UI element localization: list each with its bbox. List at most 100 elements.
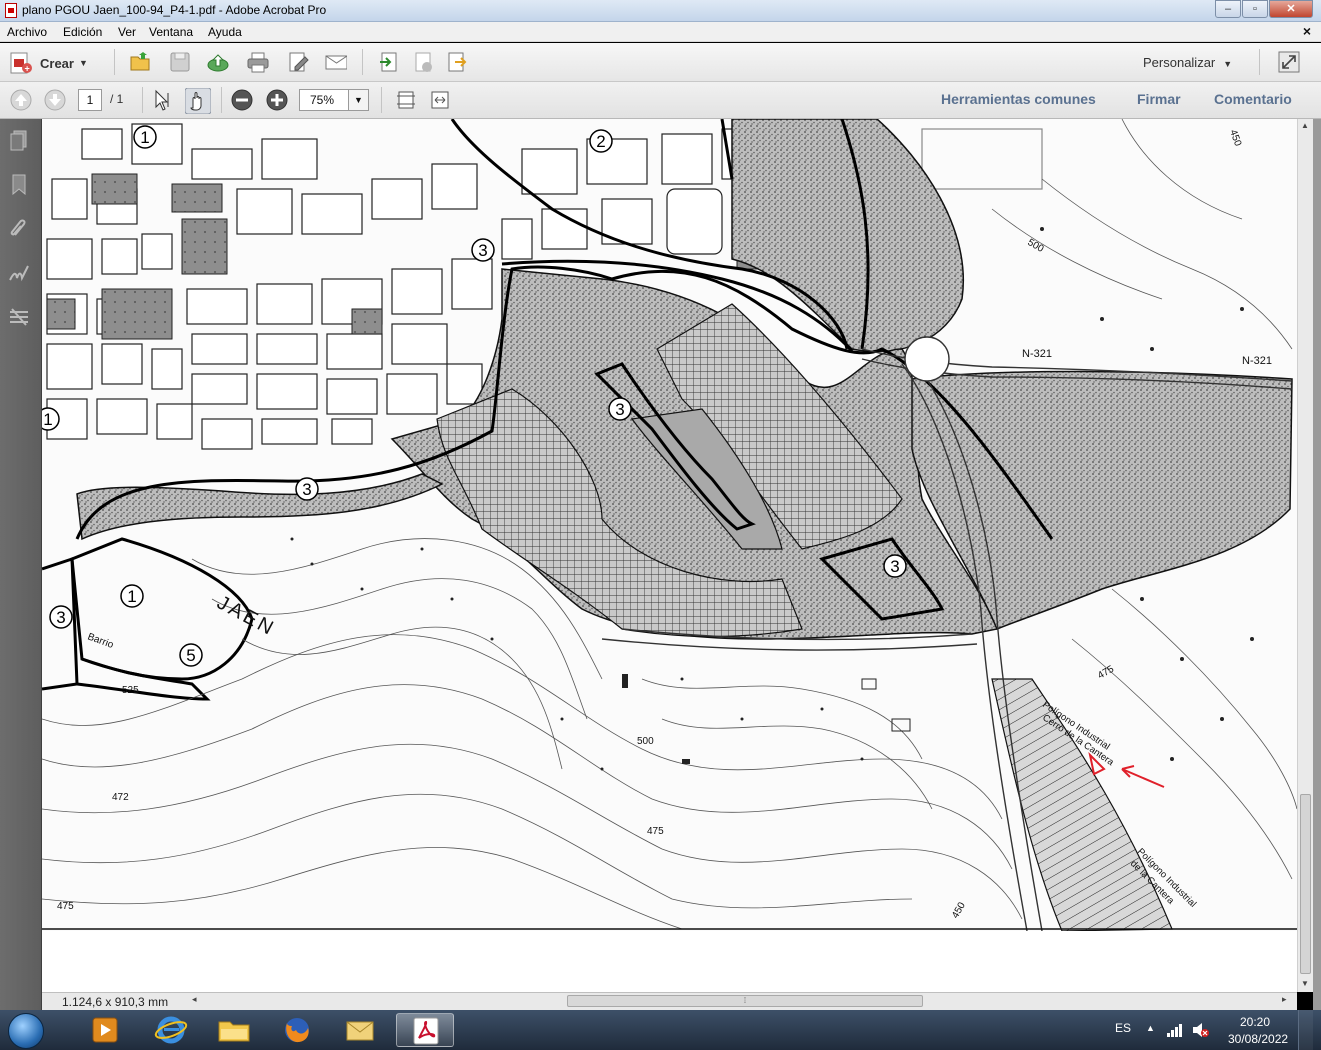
svg-text:1: 1 (127, 587, 136, 606)
scroll-left-arrow-icon[interactable]: ◂ (192, 994, 197, 1005)
clock-time[interactable]: 20:20 (1240, 1015, 1270, 1029)
zoom-in-icon[interactable] (266, 89, 288, 111)
svg-text:+: + (25, 64, 30, 74)
status-bar: 1.124,6 x 910,3 mm ◂ ⁞ ▸ (42, 992, 1297, 1010)
svg-text:475: 475 (647, 826, 664, 837)
title-bar: plano PGOU Jaen_100-94_P4-1.pdf - Adobe … (0, 0, 1321, 22)
firefox-icon (285, 1018, 309, 1043)
taskbar-mail[interactable] (331, 1013, 389, 1047)
show-desktop-button[interactable] (1298, 1010, 1313, 1050)
svg-text:472: 472 (112, 792, 129, 803)
svg-text:525: 525 (122, 685, 139, 696)
close-button[interactable]: ✕ (1269, 0, 1313, 18)
customize-dropdown[interactable]: Personalizar ▼ (1143, 55, 1232, 70)
document-view[interactable]: 1 2 3 3 3 3 3 1 5 1 JAEN N-321 N-321 Bar… (42, 119, 1297, 992)
delete-pages-icon[interactable] (412, 51, 434, 73)
vertical-scroll-thumb[interactable] (1300, 794, 1311, 974)
navigation-toolbar (0, 82, 1321, 196)
svg-text:3: 3 (890, 557, 899, 576)
select-cursor-icon[interactable] (152, 89, 174, 111)
page-total: / 1 (110, 92, 124, 106)
sign-panel-link[interactable]: Firmar (1137, 91, 1181, 107)
svg-text:500: 500 (637, 736, 654, 747)
insert-pages-icon[interactable] (378, 51, 400, 73)
cloud-upload-icon[interactable] (207, 51, 229, 73)
vertical-scrollbar[interactable]: ▲ ▼ (1297, 119, 1313, 992)
menu-ventana[interactable]: Ventana (149, 25, 193, 39)
folder-icon (218, 1021, 250, 1042)
window-title: plano PGOU Jaen_100-94_P4-1.pdf - Adobe … (22, 3, 327, 17)
internet-explorer-icon (154, 1016, 188, 1044)
taskbar-internet-explorer[interactable] (142, 1013, 200, 1047)
chevron-down-icon: ▼ (1223, 59, 1233, 69)
extract-pages-icon[interactable] (446, 51, 468, 73)
create-button-label: Crear (40, 55, 74, 71)
menu-bar: Archivo Edición Ver Ventana Ayuda × (0, 22, 1321, 42)
scroll-right-arrow-icon[interactable]: ▸ (1282, 994, 1287, 1005)
attachments-icon[interactable] (8, 217, 30, 239)
media-player-icon (92, 1017, 118, 1043)
open-folder-icon[interactable] (129, 51, 151, 73)
fit-width-icon[interactable] (429, 89, 451, 111)
edit-document-icon[interactable] (287, 51, 309, 73)
full-screen-icon[interactable] (1278, 51, 1300, 73)
email-icon[interactable] (325, 51, 347, 73)
svg-text:N-321: N-321 (1022, 348, 1052, 360)
svg-text:2: 2 (596, 132, 605, 151)
toolbar-divider (1259, 49, 1260, 75)
menu-archivo[interactable]: Archivo (7, 25, 47, 39)
language-indicator[interactable]: ES (1115, 1021, 1131, 1035)
window-controls: – ▫ ✕ (1214, 0, 1313, 18)
horizontal-scroll-thumb[interactable]: ⁞ (567, 995, 923, 1007)
svg-text:3: 3 (478, 241, 487, 260)
fit-page-icon[interactable] (395, 89, 417, 111)
menu-ayuda[interactable]: Ayuda (208, 25, 242, 39)
page-thumbnails-icon[interactable] (8, 129, 30, 151)
horizontal-scrollbar[interactable]: ◂ ⁞ ▸ (192, 994, 1290, 1008)
maximize-button[interactable]: ▫ (1242, 0, 1268, 18)
taskbar-media-player[interactable] (76, 1013, 134, 1047)
svg-text:1: 1 (140, 128, 149, 147)
create-pdf-icon: + (10, 52, 32, 74)
start-button[interactable] (8, 1013, 44, 1049)
pdf-file-icon (5, 3, 17, 18)
svg-text:1: 1 (43, 410, 52, 429)
zoom-out-icon[interactable] (231, 89, 253, 111)
clock-date[interactable]: 30/08/2022 (1228, 1032, 1288, 1046)
network-signal-icon[interactable] (1166, 1022, 1184, 1038)
next-page-icon[interactable] (44, 89, 66, 111)
adobe-acrobat-icon (413, 1017, 439, 1045)
minimize-button[interactable]: – (1215, 0, 1241, 18)
previous-page-icon[interactable] (10, 89, 32, 111)
zoom-level-input[interactable]: 75% (299, 89, 349, 111)
chevron-down-icon: ▼ (78, 58, 88, 68)
svg-text:475: 475 (57, 901, 74, 912)
hand-tool-icon[interactable] (185, 88, 211, 114)
taskbar-firefox[interactable] (268, 1013, 326, 1047)
mail-icon (346, 1021, 374, 1041)
menu-edicion[interactable]: Edición (63, 25, 102, 39)
tools-panel-link[interactable]: Herramientas comunes (941, 91, 1096, 107)
print-icon[interactable] (247, 51, 269, 73)
toolbar-divider (142, 87, 143, 113)
save-icon[interactable] (169, 51, 191, 73)
comment-panel-link[interactable]: Comentario (1214, 91, 1292, 107)
layers-icon[interactable] (8, 306, 30, 328)
create-button[interactable]: + Crear ▼ (8, 51, 88, 75)
taskbar-adobe-acrobat[interactable] (396, 1013, 454, 1047)
toolbar-divider (221, 87, 222, 113)
scroll-down-arrow-icon[interactable]: ▼ (1301, 979, 1309, 988)
close-document-icon[interactable]: × (1303, 23, 1311, 39)
zoom-dropdown-button[interactable]: ▼ (349, 89, 369, 111)
toolbar-divider (114, 49, 115, 75)
page-number-input[interactable]: 1 (78, 89, 102, 111)
volume-muted-icon[interactable] (1191, 1022, 1209, 1038)
svg-text:3: 3 (56, 608, 65, 627)
bookmarks-icon[interactable] (8, 173, 30, 195)
scroll-up-arrow-icon[interactable]: ▲ (1301, 121, 1309, 130)
signatures-icon[interactable] (8, 262, 30, 284)
taskbar-file-explorer[interactable] (205, 1013, 263, 1047)
show-hidden-icons-icon[interactable]: ▲ (1146, 1023, 1155, 1033)
svg-text:3: 3 (302, 480, 311, 499)
menu-ver[interactable]: Ver (118, 25, 136, 39)
